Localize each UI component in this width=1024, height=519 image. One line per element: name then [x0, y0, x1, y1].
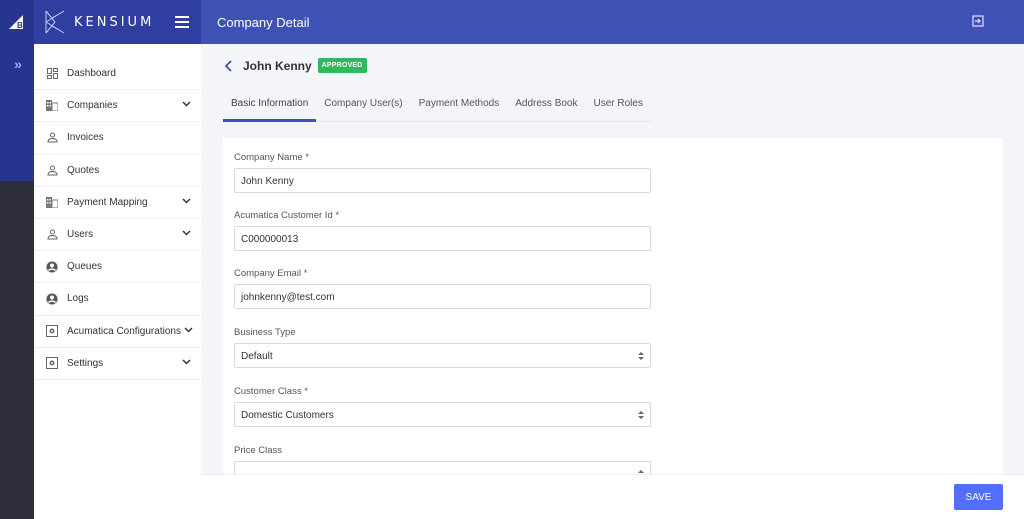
- chevron-down-icon[interactable]: [184, 326, 193, 333]
- sidebar-item-users[interactable]: Users: [34, 219, 201, 252]
- customer-id-field-group: Acumatica Customer Id * C000000013: [234, 210, 651, 251]
- sidebar-item-label: Logs: [67, 293, 89, 305]
- chevron-down-icon[interactable]: [182, 101, 191, 107]
- footer-bar: SAVE: [201, 474, 1024, 519]
- main-content: John Kenny APPROVED Basic Information Co…: [201, 44, 1024, 478]
- customer-class-label: Customer Class *: [234, 386, 308, 397]
- customer-id-label: Acumatica Customer Id *: [234, 210, 340, 221]
- person-icon: [46, 229, 58, 241]
- company-email-field-group: Company Email * johnkenny@test.com: [234, 268, 651, 309]
- sidebar-item-label: Companies: [67, 100, 118, 112]
- back-chevron-icon[interactable]: [223, 59, 235, 72]
- account-circle-icon: [46, 293, 58, 305]
- tab-basic-information[interactable]: Basic Information: [223, 92, 317, 122]
- tab-payment-methods[interactable]: Payment Methods: [411, 92, 508, 122]
- tab-user-roles[interactable]: User Roles: [586, 92, 651, 122]
- svg-text:B: B: [17, 21, 23, 29]
- customer-class-select[interactable]: Domestic Customers: [234, 402, 651, 427]
- chevron-down-icon[interactable]: [182, 230, 191, 236]
- business-type-label: Business Type: [234, 327, 296, 338]
- business-type-select[interactable]: Default: [234, 343, 651, 368]
- sidebar-item-label: Dashboard: [67, 68, 116, 80]
- sidebar-item-invoices[interactable]: Invoices: [34, 122, 201, 155]
- sidebar-item-label: Quotes: [67, 164, 100, 176]
- header-title: Company Detail: [217, 15, 310, 30]
- chevron-down-icon[interactable]: [182, 359, 191, 365]
- settings-box-icon: [46, 325, 58, 338]
- customer-id-input[interactable]: C000000013: [234, 226, 651, 251]
- basic-information-form: Company Name * John Kenny Acumatica Cust…: [223, 138, 1003, 478]
- sidebar-item-acumatica-configurations[interactable]: Acumatica Configurations: [34, 316, 201, 348]
- page-title: John Kenny: [243, 58, 312, 73]
- person-icon: [46, 164, 58, 176]
- sidebar-item-payment-mapping[interactable]: Payment Mapping: [34, 187, 201, 219]
- sidebar-item-settings[interactable]: Settings: [34, 348, 201, 380]
- building-icon: [46, 100, 58, 112]
- customer-class-field-group: Customer Class * Domestic Customers: [234, 386, 651, 427]
- company-name-field-group: Company Name * John Kenny: [234, 152, 651, 193]
- company-email-label: Company Email *: [234, 268, 308, 279]
- sidebar-item-label: Settings: [67, 357, 104, 369]
- customer-class-value: Domestic Customers: [241, 410, 334, 421]
- price-class-label: Price Class: [234, 445, 283, 456]
- sidebar-item-label: Acumatica Configurations: [67, 325, 181, 337]
- sidebar-item-dashboard[interactable]: Dashboard: [34, 58, 201, 91]
- dashboard-icon: [46, 68, 58, 80]
- select-arrows-icon: [638, 352, 644, 360]
- sidebar-item-label: Users: [67, 229, 94, 241]
- sidebar-item-companies[interactable]: Companies: [34, 90, 201, 123]
- chevron-down-icon[interactable]: [182, 198, 191, 204]
- logout-icon[interactable]: [972, 15, 984, 27]
- building-icon: [46, 196, 58, 208]
- bigcommerce-logo-icon: B: [0, 0, 34, 44]
- company-email-input[interactable]: johnkenny@test.com: [234, 284, 651, 309]
- left-rail: B »: [0, 0, 34, 519]
- page-header: John Kenny APPROVED: [223, 58, 367, 73]
- sidebar-item-label: Payment Mapping: [67, 196, 148, 208]
- sidebar: Dashboard Companies Invoices Quotes Paym…: [34, 44, 201, 519]
- select-arrows-icon: [638, 411, 644, 419]
- tab-address-book[interactable]: Address Book: [507, 92, 585, 122]
- tab-bar: Basic Information Company User(s) Paymen…: [223, 92, 651, 122]
- top-bar: Company Detail: [201, 0, 1024, 44]
- sidebar-item-queues[interactable]: Queues: [34, 251, 201, 284]
- kensium-logo-icon: [45, 10, 65, 34]
- sidebar-item-quotes[interactable]: Quotes: [34, 155, 201, 187]
- sidebar-item-logs[interactable]: Logs: [34, 283, 201, 316]
- company-name-label: Company Name *: [234, 152, 309, 163]
- business-type-value: Default: [241, 351, 273, 362]
- status-badge: APPROVED: [317, 58, 367, 73]
- account-circle-icon: [46, 261, 58, 273]
- brand-name: KENSIUM: [74, 14, 155, 30]
- expand-sidebar-icon[interactable]: »: [0, 56, 34, 72]
- company-name-input[interactable]: John Kenny: [234, 168, 651, 193]
- settings-box-icon: [46, 357, 58, 370]
- tab-company-users[interactable]: Company User(s): [316, 92, 410, 122]
- hamburger-menu-icon[interactable]: [175, 16, 189, 28]
- save-button[interactable]: SAVE: [954, 484, 1003, 510]
- sidebar-item-label: Queues: [67, 261, 103, 273]
- business-type-field-group: Business Type Default: [234, 327, 651, 368]
- brand: KENSIUM: [34, 0, 201, 44]
- sidebar-item-label: Invoices: [67, 132, 104, 144]
- person-icon: [46, 132, 58, 144]
